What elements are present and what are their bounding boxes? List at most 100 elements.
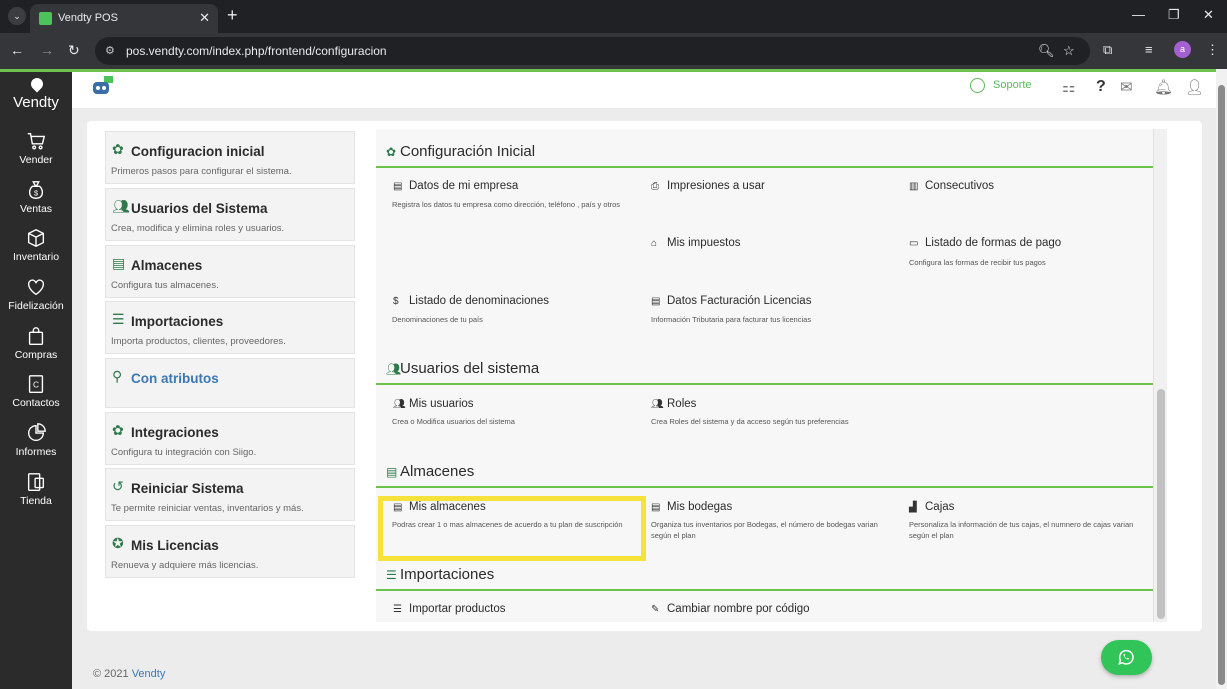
option-impresiones[interactable]: ⎙ Impresiones a usar: [651, 180, 765, 192]
option-desc: Información Tributaria para facturar tus…: [651, 315, 812, 324]
document-icon: ▤: [651, 296, 661, 307]
reading-list-icon[interactable]: ≡: [1145, 42, 1153, 57]
menu-title: Importaciones: [131, 314, 224, 329]
user-icon[interactable]: 👤︎: [1185, 78, 1204, 96]
option-mis-usuarios[interactable]: 👥︎ Mis usuarios: [393, 398, 474, 410]
option-desc: Organiza tus inventarios por Bodegas, el…: [651, 520, 878, 540]
option-consecutivos[interactable]: ▥ Consecutivos: [909, 180, 994, 192]
roles-icon: 👥︎: [651, 399, 664, 410]
panel-scrollbar[interactable]: [1153, 129, 1167, 622]
site-info-icon[interactable]: ⚙: [105, 44, 115, 57]
url-input[interactable]: ⚙ pos.vendty.com/index.php/frontend/conf…: [95, 37, 1090, 65]
menu-item-almacenes[interactable]: ▤ Almacenes Configura tus almacenes.: [105, 245, 355, 298]
chrome-menu-icon[interactable]: ⋮: [1206, 42, 1219, 58]
menu-item-integraciones[interactable]: ✿ Integraciones Configura tu integración…: [105, 412, 355, 465]
menu-desc: Te permite reiniciar ventas, inventarios…: [111, 503, 304, 514]
cash-register-icon: ▟: [909, 502, 917, 513]
footer: © 2021 Vendty: [72, 658, 1216, 689]
window-close-icon[interactable]: ✕: [1203, 7, 1214, 23]
forward-icon[interactable]: →: [40, 42, 54, 58]
heart-icon: [27, 279, 45, 296]
extensions-icon[interactable]: ⧉: [1103, 42, 1112, 58]
sidebar-label: Tienda: [20, 495, 52, 507]
dollar-icon: $: [393, 296, 399, 307]
menu-item-con-atributos[interactable]: ⚲ Con atributos: [105, 358, 355, 408]
option-cambiar-nombre[interactable]: ✎ Cambiar nombre por código: [651, 603, 810, 615]
panel-scrollbar-thumb[interactable]: [1157, 389, 1165, 619]
sidebar-label: Vender: [19, 154, 53, 166]
help-icon[interactable]: ?: [1096, 78, 1106, 96]
page-scrollbar-thumb[interactable]: [1218, 85, 1225, 685]
vendty-logo-icon: [28, 75, 46, 93]
option-denominaciones[interactable]: $ Listado de denominaciones: [393, 295, 549, 307]
import-layers-icon: ☰: [393, 604, 402, 615]
cart-icon: [27, 132, 46, 150]
menu-title: Reiniciar Sistema: [131, 481, 244, 496]
profile-avatar[interactable]: a: [1174, 41, 1191, 58]
section-title-usuarios: 👥︎Usuarios del sistema: [386, 360, 540, 377]
menu-title: Con atributos: [131, 371, 219, 386]
warehouse-icon: ▤: [386, 465, 398, 479]
menu-item-usuarios-del-sistema[interactable]: 👥︎ Usuarios del Sistema Crea, modifica y…: [105, 188, 355, 241]
box-icon: [27, 228, 45, 248]
option-roles[interactable]: 👥︎ Roles: [651, 398, 696, 410]
sidebar-item-vender[interactable]: Vender: [0, 130, 72, 178]
menu-desc: Configura tus almacenes.: [111, 280, 219, 291]
sidebar-item-fidelizacion[interactable]: Fidelización: [0, 276, 72, 324]
tab-close-icon[interactable]: ✕: [199, 10, 210, 26]
bookmark-star-icon[interactable]: ☆: [1063, 43, 1075, 59]
whatsapp-support-icon: [970, 78, 985, 93]
section-divider: [376, 589, 1153, 591]
footer-brand-link[interactable]: Vendty: [132, 668, 166, 680]
robot-assistant-icon[interactable]: [90, 76, 114, 100]
import-layers-icon: ☰: [386, 568, 397, 582]
restore-icon[interactable]: ❐: [1168, 7, 1180, 23]
mail-icon[interactable]: ✉: [1120, 78, 1133, 96]
option-mis-impuestos[interactable]: ⌂ Mis impuestos: [651, 237, 741, 249]
menu-title: Usuarios del Sistema: [131, 201, 268, 216]
sidebar-item-compras[interactable]: Compras: [0, 325, 72, 373]
apps-grid-icon[interactable]: ⚏: [1062, 78, 1075, 96]
sidebar-item-tienda[interactable]: Tienda: [0, 471, 72, 519]
menu-desc: Importa productos, clientes, proveedores…: [111, 336, 286, 347]
svg-text:C: C: [33, 381, 39, 390]
license-badge-icon: ✪: [112, 535, 124, 551]
zoom-icon[interactable]: 🔍︎: [1038, 43, 1055, 59]
menu-item-reiniciar-sistema[interactable]: ↺ Reiniciar Sistema Te permite reiniciar…: [105, 468, 355, 521]
edit-icon: ✎: [651, 604, 660, 615]
sidebar-item-inventario[interactable]: Inventario: [0, 227, 72, 275]
sidebar-item-informes[interactable]: Informes: [0, 422, 72, 470]
menu-item-importaciones[interactable]: ☰ Importaciones Importa productos, clien…: [105, 301, 355, 354]
menu-desc: Primeros pasos para configurar el sistem…: [111, 166, 292, 177]
option-desc: Registra los datos tu empresa como direc…: [392, 200, 621, 209]
page-scrollbar[interactable]: [1216, 69, 1227, 689]
sidebar-label: Ventas: [19, 203, 53, 215]
vendty-logo-text[interactable]: Vendty: [0, 94, 72, 111]
support-link[interactable]: Soporte: [993, 79, 1032, 91]
menu-title: Mis Licencias: [131, 538, 219, 553]
option-importar-productos[interactable]: ☰ Importar productos: [393, 603, 506, 615]
menu-item-mis-licencias[interactable]: ✪ Mis Licencias Renueva y adquiere más l…: [105, 525, 355, 578]
sidebar-label: Compras: [14, 349, 58, 361]
sidebar-label: Contactos: [12, 397, 60, 409]
highlight-box: [378, 496, 646, 561]
minimize-icon[interactable]: —: [1132, 7, 1145, 22]
option-facturacion-licencias[interactable]: ▤ Datos Facturación Licencias: [651, 295, 811, 307]
sidebar-item-contactos[interactable]: C Contactos: [0, 373, 72, 421]
option-datos-empresa[interactable]: ▤ Datos de mi empresa: [393, 180, 518, 192]
option-formas-pago[interactable]: ▭ Listado de formas de pago: [909, 237, 1061, 249]
whatsapp-button[interactable]: [1101, 640, 1152, 675]
pie-chart-icon: [28, 423, 46, 441]
menu-title: Integraciones: [131, 425, 219, 440]
new-tab-icon[interactable]: +: [227, 5, 238, 26]
menu-item-configuracion-inicial[interactable]: ✿ Configuracion inicial Primeros pasos p…: [105, 131, 355, 184]
back-icon[interactable]: ←: [10, 42, 24, 58]
footer-copyright: © 2021 Vendty: [93, 668, 166, 680]
browser-tab[interactable]: Vendty POS ✕: [30, 4, 218, 33]
option-cajas[interactable]: ▟ Cajas: [909, 501, 954, 513]
option-mis-bodegas[interactable]: ▤ Mis bodegas: [651, 501, 732, 513]
reload-icon[interactable]: ↻: [68, 42, 80, 59]
bell-icon[interactable]: 🔔︎: [1154, 78, 1173, 96]
sidebar-item-ventas[interactable]: $ Ventas: [0, 179, 72, 227]
tab-search-chevron-icon[interactable]: ⌄: [8, 7, 26, 25]
